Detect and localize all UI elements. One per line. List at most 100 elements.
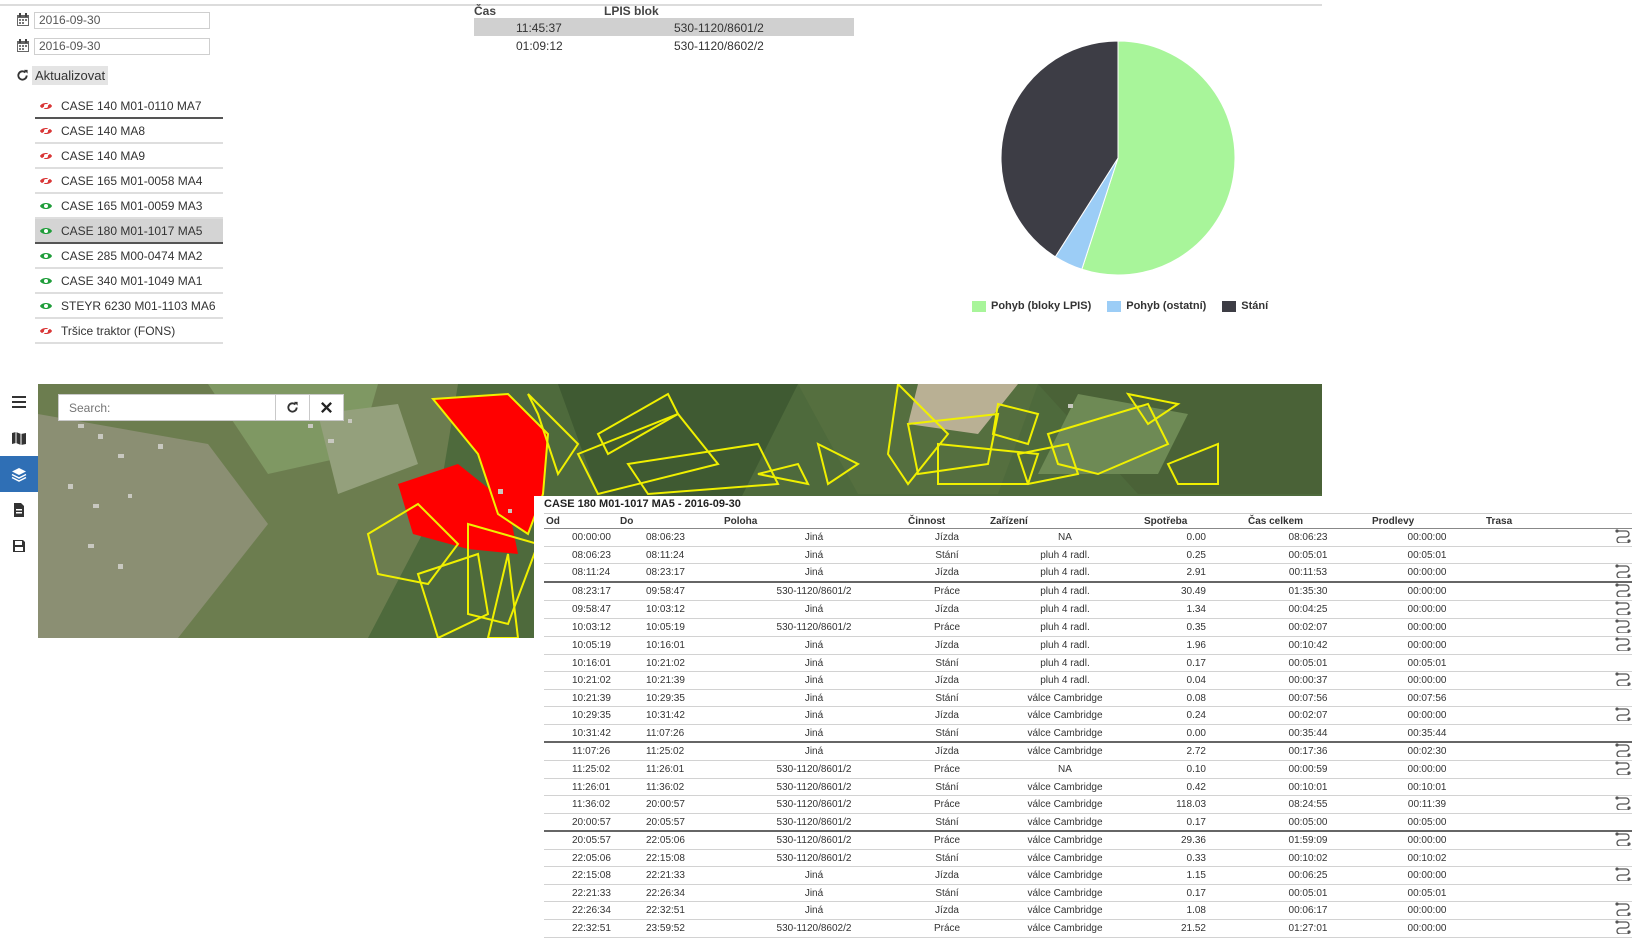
route-icon[interactable] xyxy=(1614,672,1632,687)
cell-route xyxy=(1484,866,1632,885)
cell-to: 10:21:39 xyxy=(618,671,722,690)
cell-location: 530-1120/8601/2 xyxy=(722,849,906,867)
eye-icon[interactable] xyxy=(39,226,53,236)
cell-location: Jiná xyxy=(722,901,906,920)
header-location: Poloha xyxy=(722,513,906,529)
cell-location: 530-1120/8602/2 xyxy=(722,919,906,938)
route-icon[interactable] xyxy=(1614,743,1632,758)
cell-equipment: pluh 4 radl. xyxy=(988,636,1142,655)
calendar-icon[interactable] xyxy=(16,39,30,53)
layers-button[interactable] xyxy=(0,456,38,492)
save-button[interactable] xyxy=(0,528,38,564)
map-search-input[interactable] xyxy=(58,394,276,421)
vehicle-item[interactable]: CASE 140 MA8 xyxy=(35,119,223,144)
cell-delays: 00:35:44 xyxy=(1370,724,1484,743)
vehicle-item[interactable]: CASE 165 M01-0059 MA3 xyxy=(35,194,223,219)
table-row: 00:00:00 08:06:23 Jiná Jízda NA 0.00 08:06:23 0… xyxy=(544,528,1632,547)
route-icon[interactable] xyxy=(1614,761,1632,776)
route-icon[interactable] xyxy=(1614,564,1632,579)
refresh-button[interactable]: Aktualizovat xyxy=(16,64,109,86)
lpis-row[interactable]: 11:45:37 530-1120/8601/2 xyxy=(474,18,854,36)
refresh-icon xyxy=(287,401,298,413)
eye-icon[interactable] xyxy=(39,251,53,261)
cell-total-time: 00:35:44 xyxy=(1246,724,1370,743)
map-search xyxy=(58,394,344,421)
cell-from: 08:11:24 xyxy=(544,563,618,583)
vehicle-item[interactable]: CASE 285 M00-0474 MA2 xyxy=(35,244,223,269)
cell-activity: Jízda xyxy=(906,563,988,583)
vehicle-item[interactable]: Tršice traktor (FONS) xyxy=(35,319,223,344)
route-icon[interactable] xyxy=(1614,832,1632,847)
eye-slash-icon[interactable] xyxy=(39,100,53,111)
cell-activity: Jízda xyxy=(906,671,988,690)
header-time: Čas xyxy=(474,4,497,18)
cell-route xyxy=(1484,563,1632,583)
route-icon[interactable] xyxy=(1614,707,1632,722)
cell-total-time: 00:06:25 xyxy=(1246,866,1370,885)
map-button[interactable] xyxy=(0,420,38,456)
eye-slash-icon[interactable] xyxy=(39,175,53,186)
header-from: Od xyxy=(544,513,618,529)
cell-activity: Práce xyxy=(906,831,988,850)
vehicle-item[interactable]: CASE 340 M01-1049 MA1 xyxy=(35,269,223,294)
route-icon[interactable] xyxy=(1614,920,1632,935)
table-header-row: Od Do Poloha Činnost Zařízení Spotřeba Č… xyxy=(544,513,1632,529)
legend-label: Pohyb (bloky LPIS) xyxy=(991,300,1092,312)
route-icon[interactable] xyxy=(1614,529,1632,544)
table-row: 08:06:23 08:11:24 Jiná Stání pluh 4 radl. 0.2… xyxy=(544,546,1632,564)
cell-to: 08:23:17 xyxy=(618,563,722,583)
cell-total-time: 00:00:59 xyxy=(1246,760,1370,779)
vehicle-item[interactable]: CASE 165 M01-0058 MA4 xyxy=(35,169,223,194)
menu-button[interactable] xyxy=(0,384,38,420)
cell-activity: Stání xyxy=(906,654,988,672)
cell-location: Jiná xyxy=(722,742,906,761)
cell-location: Jiná xyxy=(722,654,906,672)
vehicle-item[interactable]: CASE 180 M01-1017 MA5 xyxy=(35,219,223,244)
search-clear-button[interactable] xyxy=(310,394,344,421)
cell-route xyxy=(1484,654,1632,672)
cell-consumption: 29.36 xyxy=(1142,831,1246,850)
date-from-input[interactable] xyxy=(34,11,210,29)
route-icon[interactable] xyxy=(1614,796,1632,811)
cell-equipment: válce Cambridge xyxy=(988,778,1142,796)
date-to-input[interactable] xyxy=(34,37,210,55)
cell-consumption: 0.33 xyxy=(1142,849,1246,867)
vehicle-item[interactable]: CASE 140 M01-0110 MA7 xyxy=(35,94,223,119)
document-button[interactable] xyxy=(0,492,38,528)
eye-icon[interactable] xyxy=(39,276,53,286)
map-icon xyxy=(12,432,26,446)
route-icon[interactable] xyxy=(1614,619,1632,634)
lpis-row[interactable]: 01:09:12 530-1120/8602/2 xyxy=(474,36,854,54)
table-row: 10:05:19 10:16:01 Jiná Jízda pluh 4 radl. 1.9… xyxy=(544,636,1632,655)
eye-slash-icon[interactable] xyxy=(39,150,53,161)
calendar-icon[interactable] xyxy=(16,13,30,27)
cell-from: 22:15:08 xyxy=(544,866,618,885)
route-icon[interactable] xyxy=(1614,583,1632,598)
map-sidebar xyxy=(0,384,38,564)
route-icon[interactable] xyxy=(1614,902,1632,917)
cell-location: Jiná xyxy=(722,689,906,707)
activity-detail-panel: CASE 180 M01-1017 MA5 - 2016-09-30 Od Do… xyxy=(534,496,1632,938)
vehicle-item[interactable]: STEYR 6230 M01-1103 MA6 xyxy=(35,294,223,319)
cell-equipment: válce Cambridge xyxy=(988,866,1142,885)
eye-icon[interactable] xyxy=(39,301,53,311)
eye-slash-icon[interactable] xyxy=(39,325,53,336)
route-icon[interactable] xyxy=(1614,867,1632,882)
eye-slash-icon[interactable] xyxy=(39,125,53,136)
cell-location: Jiná xyxy=(722,866,906,885)
cell-delays: 00:00:00 xyxy=(1370,901,1484,920)
table-row: 11:07:26 11:25:02 Jiná Jízda válce Cambridge… xyxy=(544,742,1632,761)
activity-pie-chart xyxy=(1000,40,1236,276)
search-refresh-button[interactable] xyxy=(276,394,310,421)
cell-activity: Stání xyxy=(906,546,988,564)
route-icon[interactable] xyxy=(1614,637,1632,652)
cell-consumption: 2.72 xyxy=(1142,742,1246,761)
cell-total-time: 00:05:00 xyxy=(1246,813,1370,832)
cell-location: Jiná xyxy=(722,706,906,725)
cell-equipment: válce Cambridge xyxy=(988,724,1142,743)
vehicle-item[interactable]: CASE 140 MA9 xyxy=(35,144,223,169)
cell-activity: Jízda xyxy=(906,706,988,725)
route-icon[interactable] xyxy=(1614,601,1632,616)
cell-from: 11:26:01 xyxy=(544,778,618,796)
eye-icon[interactable] xyxy=(39,201,53,211)
